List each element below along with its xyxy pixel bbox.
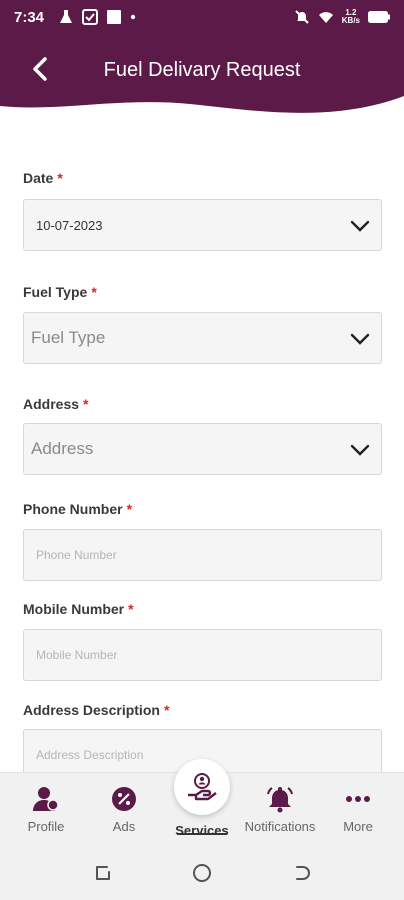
- status-bar: 7:34 1.2 KB/s: [0, 0, 404, 36]
- home-icon[interactable]: [191, 862, 213, 884]
- back-icon[interactable]: [290, 862, 312, 884]
- nav-ads[interactable]: Ads: [84, 781, 164, 834]
- status-time: 7:34: [14, 9, 45, 26]
- profile-icon: [33, 787, 59, 811]
- nav-more[interactable]: More: [318, 781, 398, 834]
- bottom-navigation: Profile Ads Services Notifications More: [0, 759, 404, 846]
- mobile-label: Mobile Number *: [23, 601, 134, 617]
- date-select[interactable]: 10-07-2023: [23, 199, 382, 251]
- wifi-icon: [318, 12, 333, 23]
- services-icon: [188, 773, 217, 801]
- address-label: Address *: [23, 396, 89, 412]
- fuel-type-placeholder: Fuel Type: [31, 328, 106, 347]
- nav-services[interactable]: Services: [162, 759, 242, 838]
- mute-icon: [295, 10, 309, 24]
- mobile-input[interactable]: Mobile Number: [23, 629, 382, 681]
- title-bar: Fuel Delivary Request: [0, 48, 404, 92]
- recent-apps-icon[interactable]: [92, 862, 114, 884]
- system-navigation-bar: [0, 846, 404, 900]
- page-title: Fuel Delivary Request: [103, 59, 301, 81]
- fuel-type-select[interactable]: Fuel Type: [23, 312, 382, 364]
- services-bubble: [174, 759, 230, 815]
- flask-icon: [60, 10, 72, 23]
- app-header: 7:34 1.2 KB/s Fuel Delivary Request: [0, 0, 404, 120]
- square-icon: [107, 10, 121, 24]
- address-placeholder: Address: [31, 439, 94, 458]
- date-label: Date *: [23, 170, 63, 186]
- chevron-down-icon: [350, 333, 370, 345]
- address-description-label: Address Description *: [23, 702, 170, 718]
- chevron-down-icon: [350, 220, 370, 232]
- phone-label: Phone Number *: [23, 501, 133, 517]
- network-speed: 1.2 KB/s: [341, 8, 360, 25]
- phone-input[interactable]: Phone Number: [23, 529, 382, 581]
- check-box-icon: [82, 9, 98, 25]
- date-value: 10-07-2023: [36, 218, 103, 233]
- chevron-down-icon: [350, 444, 370, 456]
- nav-notifications[interactable]: Notifications: [240, 781, 320, 834]
- active-tab-indicator: [177, 833, 227, 835]
- more-icon: [346, 796, 370, 802]
- ads-icon: [112, 787, 136, 811]
- bell-icon: [267, 787, 293, 813]
- fuel-type-label: Fuel Type *: [23, 284, 97, 300]
- phone-placeholder: Phone Number: [36, 548, 117, 562]
- address-select[interactable]: Address: [23, 423, 382, 475]
- mobile-placeholder: Mobile Number: [36, 648, 118, 662]
- nav-profile[interactable]: Profile: [6, 781, 86, 834]
- dot-icon: [130, 14, 136, 20]
- address-description-placeholder: Address Description: [36, 748, 144, 762]
- battery-icon: [368, 11, 390, 23]
